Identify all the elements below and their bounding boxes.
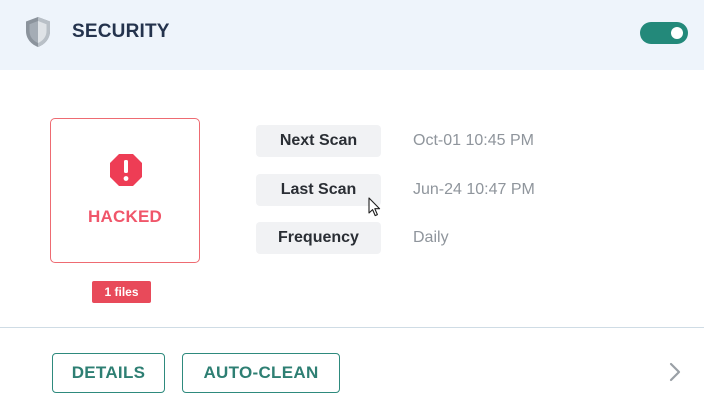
toggle-knob xyxy=(671,27,683,39)
status-box: HACKED xyxy=(50,118,200,263)
auto-clean-button[interactable]: AUTO-CLEAN xyxy=(182,353,340,393)
alert-octagon-icon xyxy=(110,154,142,186)
mouse-cursor-icon xyxy=(368,197,381,217)
frequency-value: Daily xyxy=(413,229,449,246)
next-scan-label: Next Scan xyxy=(256,125,381,157)
files-badge: 1 files xyxy=(92,281,151,303)
security-card: SECURITY HACKED 1 files Next Scan Oct-01… xyxy=(0,0,704,412)
frequency-label: Frequency xyxy=(256,222,381,254)
chevron-right-icon[interactable] xyxy=(668,362,682,382)
last-scan-label: Last Scan xyxy=(256,174,381,206)
last-scan-value: Jun-24 10:47 PM xyxy=(413,181,535,198)
next-scan-value: Oct-01 10:45 PM xyxy=(413,132,534,149)
status-label: HACKED xyxy=(88,207,162,226)
security-toggle[interactable] xyxy=(640,22,688,44)
header-title: SECURITY xyxy=(72,21,170,42)
shield-icon xyxy=(26,17,50,47)
card-header: SECURITY xyxy=(0,0,704,70)
footer-divider xyxy=(0,327,704,328)
details-button[interactable]: DETAILS xyxy=(52,353,165,393)
